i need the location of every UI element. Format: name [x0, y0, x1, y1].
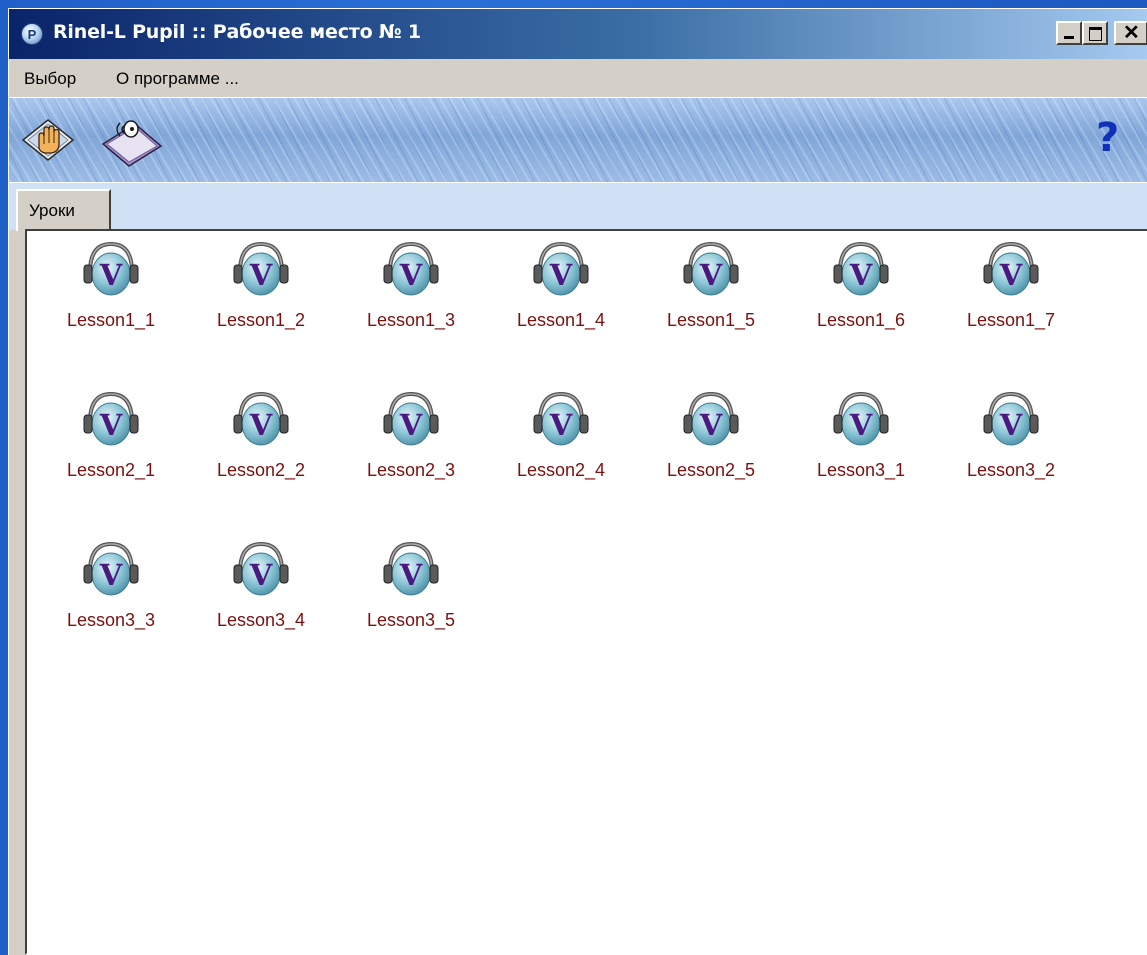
- menu-item-select[interactable]: Выбор: [24, 69, 76, 89]
- close-button[interactable]: ✕: [1114, 21, 1147, 45]
- lesson-label: Lesson1_5: [666, 310, 756, 330]
- lesson-label: Lesson1_1: [66, 310, 156, 330]
- app-logo-icon[interactable]: P: [21, 23, 43, 45]
- lesson-label: Lesson1_2: [216, 310, 306, 330]
- svg-text:V: V: [399, 408, 423, 442]
- lesson-item[interactable]: V Lesson3_5: [336, 532, 486, 642]
- lesson-label: Lesson2_2: [216, 460, 306, 480]
- headphones-v-icon: V: [983, 241, 1039, 296]
- svg-text:V: V: [849, 258, 873, 292]
- svg-text:V: V: [399, 558, 423, 592]
- tab-lessons[interactable]: Уроки: [16, 189, 111, 231]
- menu-item-about[interactable]: О программе ...: [116, 69, 239, 89]
- headphones-v-icon: V: [683, 241, 739, 296]
- headphones-v-icon: V: [833, 391, 889, 446]
- lesson-label: Lesson1_6: [816, 310, 906, 330]
- app-window: P Rinel-L Pupil :: Рабочее место № 1 ✕ В…: [8, 8, 1147, 955]
- svg-text:V: V: [699, 408, 723, 442]
- close-icon: ✕: [1123, 22, 1140, 44]
- svg-text:V: V: [399, 258, 423, 292]
- lesson-label: Lesson3_3: [66, 610, 156, 630]
- svg-text:V: V: [999, 408, 1023, 442]
- lesson-item[interactable]: V Lesson2_2: [186, 382, 336, 492]
- lesson-label: Lesson1_3: [366, 310, 456, 330]
- lesson-item[interactable]: V Lesson1_4: [486, 232, 636, 342]
- headphones-v-icon: V: [233, 241, 289, 296]
- toolbar: ?: [9, 97, 1147, 183]
- maximize-button[interactable]: [1082, 21, 1108, 45]
- title-bar[interactable]: P Rinel-L Pupil :: Рабочее место № 1 ✕: [9, 9, 1147, 59]
- headphones-v-icon: V: [833, 241, 889, 296]
- lesson-label: Lesson1_4: [516, 310, 606, 330]
- lesson-item[interactable]: V Lesson3_3: [36, 532, 186, 642]
- headphones-v-icon: V: [383, 541, 439, 596]
- svg-text:V: V: [99, 258, 123, 292]
- lesson-label: Lesson2_3: [366, 460, 456, 480]
- lesson-item[interactable]: V Lesson3_1: [786, 382, 936, 492]
- svg-text:V: V: [249, 558, 273, 592]
- svg-text:V: V: [99, 408, 123, 442]
- headphones-v-icon: V: [383, 391, 439, 446]
- headphones-v-icon: V: [83, 391, 139, 446]
- lesson-label: Lesson3_5: [366, 610, 456, 630]
- headphones-v-icon: V: [383, 241, 439, 296]
- minimize-button[interactable]: [1056, 21, 1082, 45]
- window-title: Rinel-L Pupil :: Рабочее место № 1: [53, 21, 421, 43]
- lesson-label: Lesson3_2: [966, 460, 1056, 480]
- hand-raise-icon: [21, 119, 75, 161]
- headphones-v-icon: V: [533, 391, 589, 446]
- lessons-panel: V Lesson1_1 V Lesson1_2 V Lesson1_3 V Lesson1_4…: [25, 229, 1147, 955]
- maximize-icon: [1089, 27, 1102, 41]
- lesson-item[interactable]: V Lesson2_5: [636, 382, 786, 492]
- lesson-item[interactable]: V Lesson1_6: [786, 232, 936, 342]
- lesson-item[interactable]: V Lesson2_4: [486, 382, 636, 492]
- headphones-v-icon: V: [983, 391, 1039, 446]
- lesson-label: Lesson1_7: [966, 310, 1056, 330]
- lesson-item[interactable]: V Lesson1_2: [186, 232, 336, 342]
- headphones-v-icon: V: [83, 541, 139, 596]
- headphones-v-icon: V: [533, 241, 589, 296]
- lesson-item[interactable]: V Lesson1_7: [936, 232, 1086, 342]
- lesson-item[interactable]: V Lesson1_1: [36, 232, 186, 342]
- tab-strip: Уроки: [9, 183, 1147, 231]
- svg-text:V: V: [699, 258, 723, 292]
- lesson-label: Lesson2_5: [666, 460, 756, 480]
- menu-bar: Выбор О программе ...: [9, 59, 1147, 97]
- help-button[interactable]: ?: [1096, 118, 1119, 158]
- svg-text:V: V: [549, 258, 573, 292]
- lesson-item[interactable]: V Lesson3_2: [936, 382, 1086, 492]
- lesson-label: Lesson3_1: [816, 460, 906, 480]
- lesson-item[interactable]: V Lesson2_1: [36, 382, 186, 492]
- lesson-label: Lesson3_4: [216, 610, 306, 630]
- svg-text:V: V: [99, 558, 123, 592]
- svg-text:V: V: [999, 258, 1023, 292]
- lesson-item[interactable]: V Lesson3_4: [186, 532, 336, 642]
- lesson-label: Lesson2_4: [516, 460, 606, 480]
- svg-text:V: V: [249, 258, 273, 292]
- svg-text:V: V: [549, 408, 573, 442]
- headphones-v-icon: V: [683, 391, 739, 446]
- hand-raise-button[interactable]: [21, 114, 75, 164]
- lesson-item[interactable]: V Lesson1_3: [336, 232, 486, 342]
- svg-text:V: V: [849, 408, 873, 442]
- headphones-v-icon: V: [233, 541, 289, 596]
- minimize-icon: [1064, 36, 1074, 39]
- svg-text:V: V: [249, 408, 273, 442]
- voice-button[interactable]: [97, 114, 163, 167]
- headphones-v-icon: V: [83, 241, 139, 296]
- lesson-label: Lesson2_1: [66, 460, 156, 480]
- headphones-v-icon: V: [233, 391, 289, 446]
- voice-sound-icon: [101, 120, 163, 167]
- lesson-item[interactable]: V Lesson2_3: [336, 382, 486, 492]
- lesson-item[interactable]: V Lesson1_5: [636, 232, 786, 342]
